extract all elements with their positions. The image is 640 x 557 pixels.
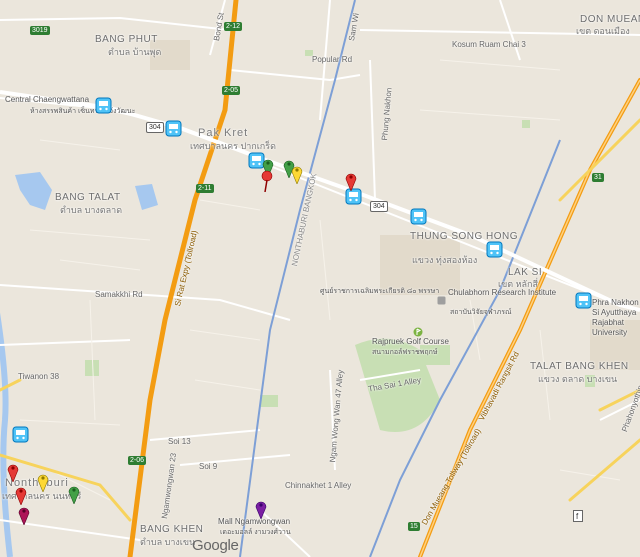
poi-rajpruek-golf-thai: สนามกอล์ฟราชพฤกษ์	[372, 349, 438, 356]
road-label-chinnakhet: Chinnakhet 1 Alley	[285, 481, 352, 490]
poi-government-center-thai: ศูนย์ราชการเฉลิมพระเกียรติ ๘๐ พรรษา	[320, 288, 440, 295]
area-label-bang-khen: BANG KHEN	[140, 524, 204, 535]
bts-train-icon[interactable]	[410, 208, 427, 225]
map-base-layer	[0, 0, 640, 557]
area-label-pak-kret: Pak Kret	[198, 127, 249, 139]
map-pin-yellow[interactable]	[291, 164, 303, 184]
route-shield: 2-06	[128, 456, 147, 465]
map-pin-red[interactable]	[345, 171, 357, 191]
route-shield: 3019	[30, 26, 50, 35]
area-label-pak-kret-thai: เทศบาลนคร ปากเกร็ด	[190, 141, 276, 151]
bts-train-icon[interactable]	[575, 292, 592, 309]
map-pin-red[interactable]	[7, 462, 19, 482]
map-pin-red[interactable]	[15, 485, 27, 505]
route-shield: 304	[370, 201, 388, 212]
area-label-talat-bang-khen-thai: แขวง ตลาด บางเขน	[538, 374, 618, 384]
map-pin-purple[interactable]	[255, 499, 267, 519]
parking-sign-icon: f	[573, 510, 583, 522]
route-shield: 304	[146, 122, 164, 133]
poi-rajpruek-golf[interactable]: Rajpruek Golf Course	[372, 337, 449, 347]
map-pin-pushpin-red[interactable]	[260, 170, 274, 192]
poi-central-chaengwattana[interactable]: Central Chaengwattana	[5, 95, 89, 105]
institute-icon	[437, 296, 446, 305]
bts-train-icon[interactable]	[165, 120, 182, 137]
poi-rajabhat-university[interactable]: Phra Nakhon Si Ayutthaya Rajabhat Univer…	[592, 298, 640, 338]
area-label-bang-talat-thai: ตำบล บางตลาด	[60, 205, 123, 215]
route-shield: 2-12	[224, 22, 243, 31]
poi-chulabhorn[interactable]: Chulabhorn Research Institute	[448, 288, 556, 298]
area-label-bang-phut-thai: ตำบล บ้านพุด	[108, 47, 162, 57]
poi-chulabhorn-thai: สถาบันวิจัยจุฬาภรณ์	[450, 309, 512, 316]
bts-train-icon[interactable]	[486, 241, 503, 258]
google-logo: Google	[192, 537, 239, 554]
bts-train-icon[interactable]	[95, 97, 112, 114]
route-shield: 15	[408, 522, 420, 531]
bts-train-icon[interactable]	[12, 426, 29, 443]
route-shield: 2-11	[196, 184, 214, 193]
area-label-talat-bang-khen: TALAT BANG KHEN	[530, 361, 629, 372]
road-label-soi-9: Soi 9	[199, 462, 218, 471]
map-canvas[interactable]: BANG PHUT ตำบล บ้านพุด Pak Kret เทศบาลนค…	[0, 0, 640, 557]
area-label-don-mueang: DON MUEANG	[580, 14, 640, 25]
road-label-tiwanon: Tiwanon 38	[18, 372, 60, 381]
poi-central-chaengwattana-thai: ห้างสรรพสินค้า เซ็นทรัล แจ้งวัฒนะ	[30, 108, 136, 115]
map-pin-yellow[interactable]	[37, 472, 49, 492]
road-label-samakkhi: Samakkhi Rd	[95, 290, 143, 299]
route-shield: 2-05	[222, 86, 241, 95]
area-label-lak-si: LAK SI	[508, 267, 543, 278]
area-label-thung-song-hong-thai: แขวง ทุ่งสองห้อง	[412, 255, 478, 265]
route-shield: 31	[592, 173, 604, 182]
area-label-bang-khen-thai: ตำบล บางเขน	[140, 537, 196, 547]
golf-course-icon	[413, 327, 423, 337]
area-label-don-mueang-thai: เขต ดอนเมือง	[576, 26, 630, 36]
road-label-soi-13: Soi 13	[168, 437, 191, 446]
road-label-popular: Popular Rd	[312, 55, 353, 64]
road-label-kosum-ruam-chai: Kosum Ruam Chai 3	[452, 40, 526, 49]
area-label-bang-talat: BANG TALAT	[55, 192, 121, 203]
area-label-bang-phut: BANG PHUT	[95, 34, 158, 45]
map-pin-magenta[interactable]	[18, 505, 30, 525]
map-pin-green[interactable]	[68, 484, 80, 504]
